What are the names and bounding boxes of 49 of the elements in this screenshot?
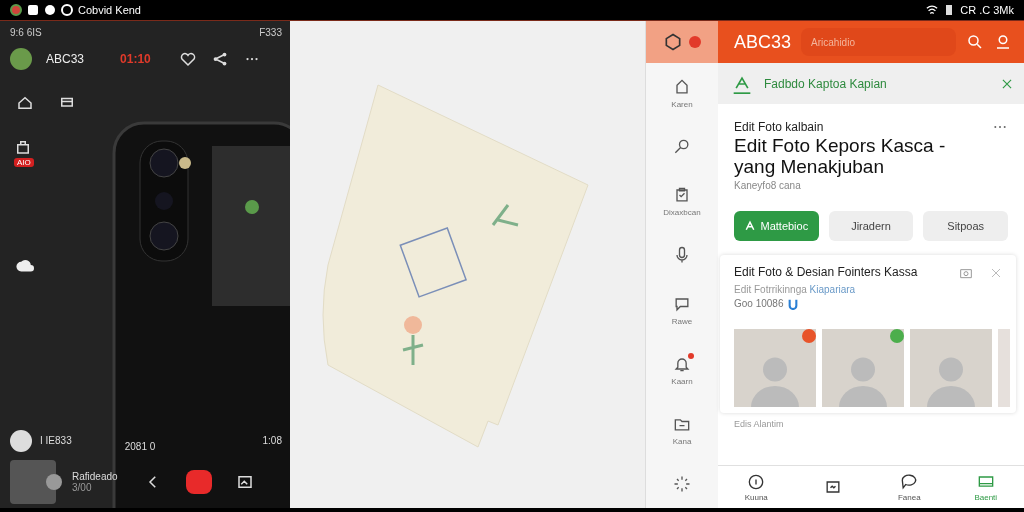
duration: 1:08 xyxy=(262,435,282,446)
next-post-title: Edis Alantim xyxy=(733,417,785,429)
post-title: Edit Foto Kepors Kasca - yang Menakjuban xyxy=(734,136,947,178)
home-icon[interactable] xyxy=(16,94,34,112)
avatar[interactable] xyxy=(10,48,32,70)
action-button[interactable]: Jiradern xyxy=(828,210,914,241)
user-icon[interactable] xyxy=(994,33,1012,51)
timer: 01:10 xyxy=(120,52,151,66)
nav-item[interactable]: Kuuna xyxy=(736,472,777,502)
wifi-icon xyxy=(926,4,939,16)
nav-item[interactable]: Baenti xyxy=(965,472,1006,502)
app-icon[interactable] xyxy=(10,4,22,16)
record-button[interactable] xyxy=(186,470,212,494)
status-battery-text: F333 xyxy=(259,27,282,38)
sidebar-item[interactable]: Dixaxbcan xyxy=(646,183,718,220)
search-field[interactable]: Aricahidio xyxy=(801,28,956,56)
video-thumbnail[interactable] xyxy=(10,460,56,504)
viewer-name: I IE833 xyxy=(40,435,72,446)
post-meta: Kaneyfo8 cana xyxy=(734,179,802,191)
app-name: Cobvid Kend xyxy=(78,4,141,16)
banner-text: Fadbdo Kaptoa Kapian xyxy=(764,76,888,91)
cloud-icon[interactable] xyxy=(16,257,36,273)
sidebar-item[interactable]: Karen xyxy=(646,75,718,112)
caption-title: Rafideado xyxy=(72,471,119,482)
nav-item[interactable]: Fanea xyxy=(889,472,930,502)
card-meta: Goo 10086 xyxy=(734,298,784,310)
action-button[interactable]: Mattebioc xyxy=(734,210,819,241)
clock: CR .C 3Mk xyxy=(960,4,1014,16)
more-icon[interactable] xyxy=(992,124,1008,130)
card-title: Edit Foto & Desian Fointers Kassa xyxy=(734,264,919,279)
sidebar-item[interactable]: Kaarn xyxy=(646,351,718,388)
image-icon[interactable] xyxy=(236,473,254,491)
sidebar-item[interactable]: Rawe xyxy=(646,291,718,328)
post-overline: Edit Foto kalbain xyxy=(734,120,824,134)
caption-subtitle: 3/00 xyxy=(72,482,93,493)
viewer-avatar[interactable] xyxy=(10,429,32,452)
card-subtitle: Edit Fotrrikinnga Kiapariara xyxy=(734,283,857,295)
status-time: 9:6 6IS xyxy=(10,27,42,38)
bag-icon[interactable] xyxy=(14,138,32,156)
sidebar-item[interactable]: Kana xyxy=(646,411,718,448)
username: ABC33 xyxy=(46,52,85,66)
app-title: ABC33 xyxy=(734,31,792,53)
cube-icon[interactable] xyxy=(663,32,683,52)
view-count: 2081 0 xyxy=(124,441,156,452)
card-link[interactable]: Kiapariara xyxy=(809,283,856,295)
search-icon[interactable] xyxy=(966,33,984,51)
heart-icon[interactable] xyxy=(178,50,197,68)
action-button[interactable]: Sitpoas xyxy=(923,210,1008,241)
live-badge: AIO xyxy=(14,158,34,167)
